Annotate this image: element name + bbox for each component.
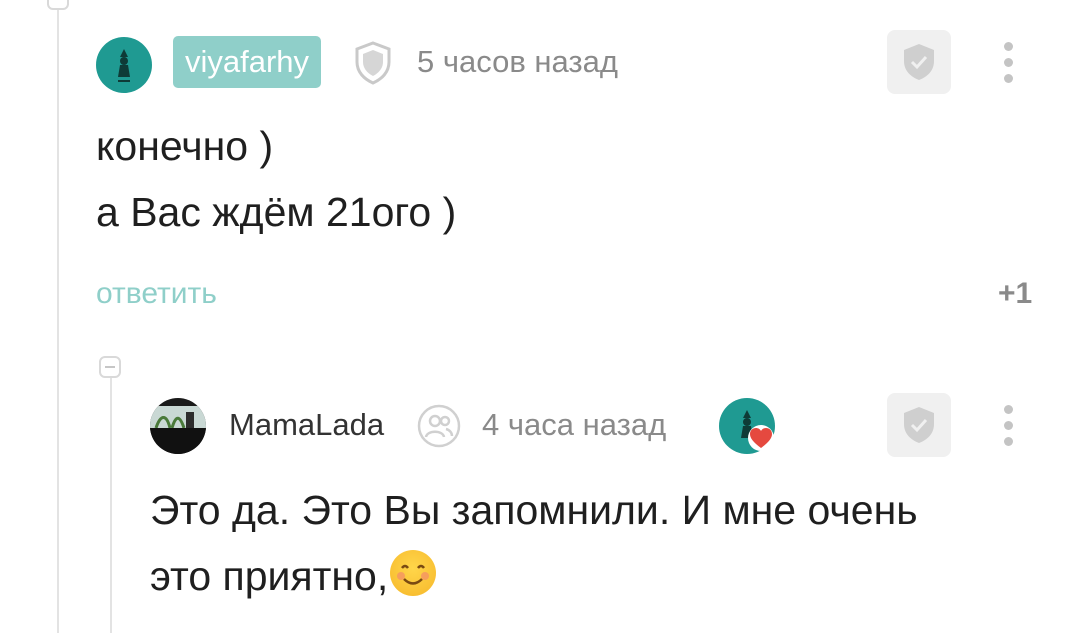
author-avatar-with-heart (719, 398, 775, 454)
comment-text-line-2: это приятно, (150, 553, 389, 599)
more-options-button[interactable] (1000, 42, 1016, 88)
user-group-icon (416, 404, 462, 453)
thread-line-inner (110, 378, 112, 633)
comment-text-line-1: Это да. Это Вы запомнили. И мне очень (150, 487, 918, 533)
smiling-face-icon (390, 550, 437, 596)
comment-text-line-2-wrap: это приятно, (150, 550, 437, 601)
username-badge[interactable]: viyafarhy (173, 36, 322, 88)
comment-text-line-1: конечно ) (96, 123, 274, 169)
comment-time: 5 часов назад (417, 44, 618, 79)
more-options-button[interactable] (1000, 405, 1016, 451)
thread-line-outer (57, 0, 59, 633)
shield-check-icon (904, 407, 934, 443)
collapse-thread-button[interactable] (99, 356, 121, 378)
avatar-mamalada[interactable] (150, 398, 206, 454)
collapse-thread-button-top[interactable] (47, 0, 69, 10)
reply-link[interactable]: ответить (96, 274, 217, 314)
username[interactable]: MamaLada (229, 399, 384, 451)
comment-time: 4 часа назад (482, 407, 667, 442)
shield-check-icon (904, 44, 934, 80)
moderation-shield-button[interactable] (887, 393, 951, 457)
shield-outline-icon (352, 40, 394, 91)
comment-text-line-2: а Вас ждём 21ого ) (96, 189, 457, 235)
avatar-viyafarhy[interactable] (96, 37, 152, 93)
comment-rating: +1 (998, 277, 1033, 310)
moderation-shield-button[interactable] (887, 30, 951, 94)
